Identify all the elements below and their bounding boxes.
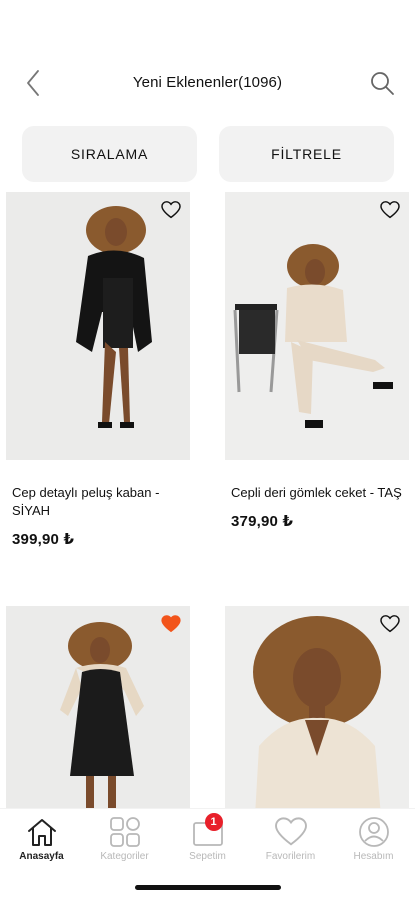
top-bar: Yeni Eklenenler(1096) — [0, 62, 415, 106]
product-card[interactable]: Cepli deri gömlek ceket - TAŞ 379,90 ₺ — [225, 192, 409, 530]
heart-icon — [274, 815, 308, 849]
bottom-navigation: Anasayfa Kategoriler 1 Sepetim Favoriler… — [0, 808, 415, 868]
product-name[interactable]: Cep detaylı peluş kaban - SİYAH — [6, 484, 190, 520]
favorite-button[interactable] — [377, 612, 403, 636]
product-image[interactable] — [225, 192, 409, 460]
heart-outline-icon — [380, 201, 400, 219]
sort-filter-bar: SIRALAMA FİLTRELE — [22, 126, 394, 182]
nav-label: Sepetim — [189, 851, 226, 862]
woman-black-leather-trench-photo — [6, 606, 190, 816]
product-image[interactable] — [225, 606, 409, 816]
filter-button[interactable]: FİLTRELE — [219, 126, 394, 182]
heart-outline-icon — [380, 615, 400, 633]
nav-item-home[interactable]: Anasayfa — [0, 809, 83, 868]
favorite-button[interactable] — [158, 198, 184, 222]
nav-label: Favorilerim — [265, 851, 316, 862]
woman-black-coat-photo — [6, 192, 190, 460]
user-icon — [357, 815, 391, 849]
page-title: Yeni Eklenenler(1096) — [132, 74, 283, 91]
search-button[interactable] — [367, 68, 397, 98]
nav-item-favorites[interactable]: Favorilerim — [249, 809, 332, 868]
favorite-button[interactable] — [377, 198, 403, 222]
nav-label: Anasayfa — [19, 851, 64, 862]
home-indicator — [135, 885, 281, 890]
product-image[interactable] — [6, 606, 190, 816]
sort-button[interactable]: SIRALAMA — [22, 126, 197, 182]
search-icon — [371, 72, 394, 95]
home-icon — [25, 815, 59, 849]
nav-item-cart[interactable]: 1 Sepetim — [166, 809, 249, 868]
categories-grid-icon — [108, 815, 142, 849]
product-name[interactable]: Cepli deri gömlek ceket - TAŞ — [225, 484, 409, 502]
nav-item-account[interactable]: Hesabım — [332, 809, 415, 868]
cart-count-badge: 1 — [204, 813, 223, 831]
product-price: 379,90 ₺ — [231, 513, 294, 530]
woman-cream-sweater-photo — [225, 606, 409, 816]
product-price: 399,90 ₺ — [12, 531, 75, 548]
product-image[interactable] — [6, 192, 190, 460]
cart-icon: 1 — [191, 813, 225, 849]
favorite-button[interactable] — [158, 612, 184, 636]
heart-filled-icon — [161, 615, 181, 633]
product-card[interactable] — [6, 606, 190, 816]
nav-item-categories[interactable]: Kategoriler — [83, 809, 166, 868]
nav-label: Hesabım — [353, 851, 394, 862]
product-card[interactable]: Cep detaylı peluş kaban - SİYAH 399,90 ₺ — [6, 192, 190, 548]
woman-beige-leather-set-photo — [225, 192, 409, 460]
heart-outline-icon — [161, 201, 181, 219]
product-card[interactable] — [225, 606, 409, 816]
nav-label: Kategoriler — [100, 851, 149, 862]
